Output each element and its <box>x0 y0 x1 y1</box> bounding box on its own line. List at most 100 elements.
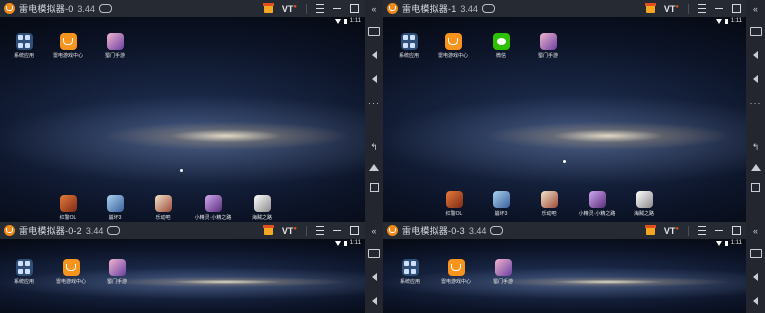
app-shortcut[interactable]: 乐动吧 <box>532 191 566 217</box>
status-bar: 1:11 <box>715 240 742 246</box>
app-shortcut[interactable]: 乐动吧 <box>146 195 180 221</box>
android-screen[interactable]: 1:11 系统应用 雷电游戏中心 微信 蜀门手游 红警OL 崩坏3 乐动吧 小精灵·小精之路 海… <box>383 17 746 222</box>
vt-badge[interactable]: VT● <box>664 226 679 236</box>
app-shortcut[interactable]: 崩坏3 <box>484 191 518 217</box>
minimize-icon[interactable] <box>715 230 723 231</box>
emulator-window-1[interactable]: 雷电模拟器-1 3.44 VT● ✕ 1:11 系统应用 雷电游戏中心 微信 蜀门手游… <box>383 0 765 222</box>
system-apps-icon <box>15 259 33 276</box>
gamepad-icon[interactable] <box>107 226 121 235</box>
gift-icon[interactable] <box>262 2 274 13</box>
keyboard-icon[interactable] <box>749 246 763 260</box>
home-icon[interactable] <box>749 160 763 174</box>
vt-badge[interactable]: VT● <box>282 4 297 14</box>
app-shortcut[interactable]: 雷电游戏中心 <box>439 259 473 285</box>
app-shortcut[interactable]: 红警OL <box>437 191 471 217</box>
volume-up-icon[interactable] <box>367 270 381 284</box>
sidebar: « ··· ↰ <box>746 0 765 222</box>
app-label: 系统应用 <box>399 279 420 285</box>
app-label: 雷电游戏中心 <box>52 53 83 59</box>
emulator-window-0[interactable]: 雷电模拟器-0 3.44 VT● ✕ 1:11 系统应用 雷电游戏中心 蜀门手游红警… <box>0 0 383 222</box>
titlebar[interactable]: 雷电模拟器-0-3 3.44 VT● ✕ <box>383 222 765 239</box>
recent-apps-icon[interactable] <box>749 180 763 194</box>
app-shortcut[interactable]: 雷电游戏中心 <box>51 33 85 59</box>
app-shortcut[interactable]: 蜀门手游 <box>100 259 134 285</box>
gift-icon[interactable] <box>644 2 656 13</box>
app-label: 系统应用 <box>13 53 34 59</box>
app-shortcut[interactable]: 海贼之路 <box>627 191 661 217</box>
gift-icon[interactable] <box>262 224 274 235</box>
menu-icon[interactable] <box>698 4 706 13</box>
maximize-icon[interactable] <box>350 226 359 235</box>
android-screen[interactable]: 1:11 系统应用 雷电游戏中心 蜀门手游 红警OL 崩坏3 乐动吧 小精灵·小精之路 海贼之… <box>0 17 365 222</box>
menu-icon[interactable] <box>316 226 324 235</box>
app-label: 蜀门手游 <box>492 279 513 285</box>
window-title: 雷电模拟器-0-2 <box>19 226 82 236</box>
gift-icon[interactable] <box>644 224 656 235</box>
more-icon[interactable]: ··· <box>749 96 763 110</box>
collapse-chevron-icon[interactable]: « <box>749 2 763 16</box>
maximize-icon[interactable] <box>732 4 741 13</box>
app-shortcut[interactable]: 雷电游戏中心 <box>54 259 88 285</box>
minimize-icon[interactable] <box>333 8 341 9</box>
app-shortcut[interactable]: 蜀门手游 <box>486 259 520 285</box>
gamepad-icon[interactable] <box>98 4 112 13</box>
app-shortcut[interactable]: 蜀门手游 <box>531 33 565 59</box>
home-icon[interactable] <box>367 160 381 174</box>
wechat-icon <box>492 33 510 50</box>
volume-down-icon[interactable] <box>749 72 763 86</box>
wifi-icon <box>715 240 722 246</box>
app-shortcut[interactable]: 系统应用 <box>392 33 426 59</box>
titlebar[interactable]: 雷电模拟器-1 3.44 VT● ✕ <box>383 0 765 17</box>
volume-down-icon[interactable] <box>367 294 381 308</box>
back-icon[interactable]: ↰ <box>749 140 763 154</box>
minimize-icon[interactable] <box>715 8 723 9</box>
gamepad-icon[interactable] <box>490 226 504 235</box>
maximize-icon[interactable] <box>350 4 359 13</box>
more-icon[interactable]: ··· <box>367 96 381 110</box>
volume-up-icon[interactable] <box>367 48 381 62</box>
app-shortcut[interactable]: 小精灵·小精之路 <box>195 195 231 221</box>
volume-up-icon[interactable] <box>749 48 763 62</box>
android-screen[interactable]: 1:11 系统应用 雷电游戏中心 蜀门手游 <box>0 239 365 313</box>
keyboard-icon[interactable] <box>367 24 381 38</box>
emulator-window-3[interactable]: 雷电模拟器-0-3 3.44 VT● ✕ 1:11 系统应用 雷电游戏中心 蜀门手游… <box>383 222 765 313</box>
keyboard-icon[interactable] <box>367 246 381 260</box>
collapse-chevron-icon[interactable]: « <box>367 2 381 16</box>
window-title: 雷电模拟器-0 <box>19 4 74 14</box>
app-shortcut[interactable]: 海贼之路 <box>245 195 279 221</box>
touch-cursor <box>563 160 566 163</box>
menu-icon[interactable] <box>698 226 706 235</box>
collapse-chevron-icon[interactable]: « <box>367 224 381 238</box>
android-screen[interactable]: 1:11 系统应用 雷电游戏中心 蜀门手游 <box>383 239 746 313</box>
maximize-icon[interactable] <box>732 226 741 235</box>
collapse-chevron-icon[interactable]: « <box>749 224 763 238</box>
emulator-window-2[interactable]: 雷电模拟器-0-2 3.44 VT● ✕ 1:11 系统应用 雷电游戏中心 蜀门手游… <box>0 222 383 313</box>
back-icon[interactable]: ↰ <box>367 140 381 154</box>
app-shortcut[interactable]: 红警OL <box>51 195 85 221</box>
app-shortcut[interactable]: 系统应用 <box>393 259 427 285</box>
gamepad-icon[interactable] <box>481 4 495 13</box>
vt-badge[interactable]: VT● <box>664 4 679 14</box>
app-shortcut[interactable]: 微信 <box>484 33 518 59</box>
battery-icon <box>724 240 728 246</box>
recent-apps-icon[interactable] <box>367 180 381 194</box>
app-shortcut[interactable]: 雷电游戏中心 <box>436 33 470 59</box>
app-shortcut[interactable]: 蜀门手游 <box>98 33 132 59</box>
wifi-icon <box>334 18 341 24</box>
menu-icon[interactable] <box>316 4 324 13</box>
titlebar[interactable]: 雷电模拟器-0-2 3.44 VT● ✕ <box>0 222 383 239</box>
titlebar[interactable]: 雷电模拟器-0 3.44 VT● ✕ <box>0 0 383 17</box>
volume-up-icon[interactable] <box>749 270 763 284</box>
vt-badge[interactable]: VT● <box>282 226 297 236</box>
wifi-icon <box>334 240 341 246</box>
app-shortcut[interactable]: 崩坏3 <box>98 195 132 221</box>
minimize-icon[interactable] <box>333 230 341 231</box>
volume-down-icon[interactable] <box>367 72 381 86</box>
game-icon <box>204 195 222 212</box>
wifi-icon <box>715 18 722 24</box>
keyboard-icon[interactable] <box>749 24 763 38</box>
app-shortcut[interactable]: 系统应用 <box>7 259 41 285</box>
app-shortcut[interactable]: 系统应用 <box>7 33 41 59</box>
app-shortcut[interactable]: 小精灵·小精之路 <box>579 191 615 217</box>
volume-down-icon[interactable] <box>749 294 763 308</box>
